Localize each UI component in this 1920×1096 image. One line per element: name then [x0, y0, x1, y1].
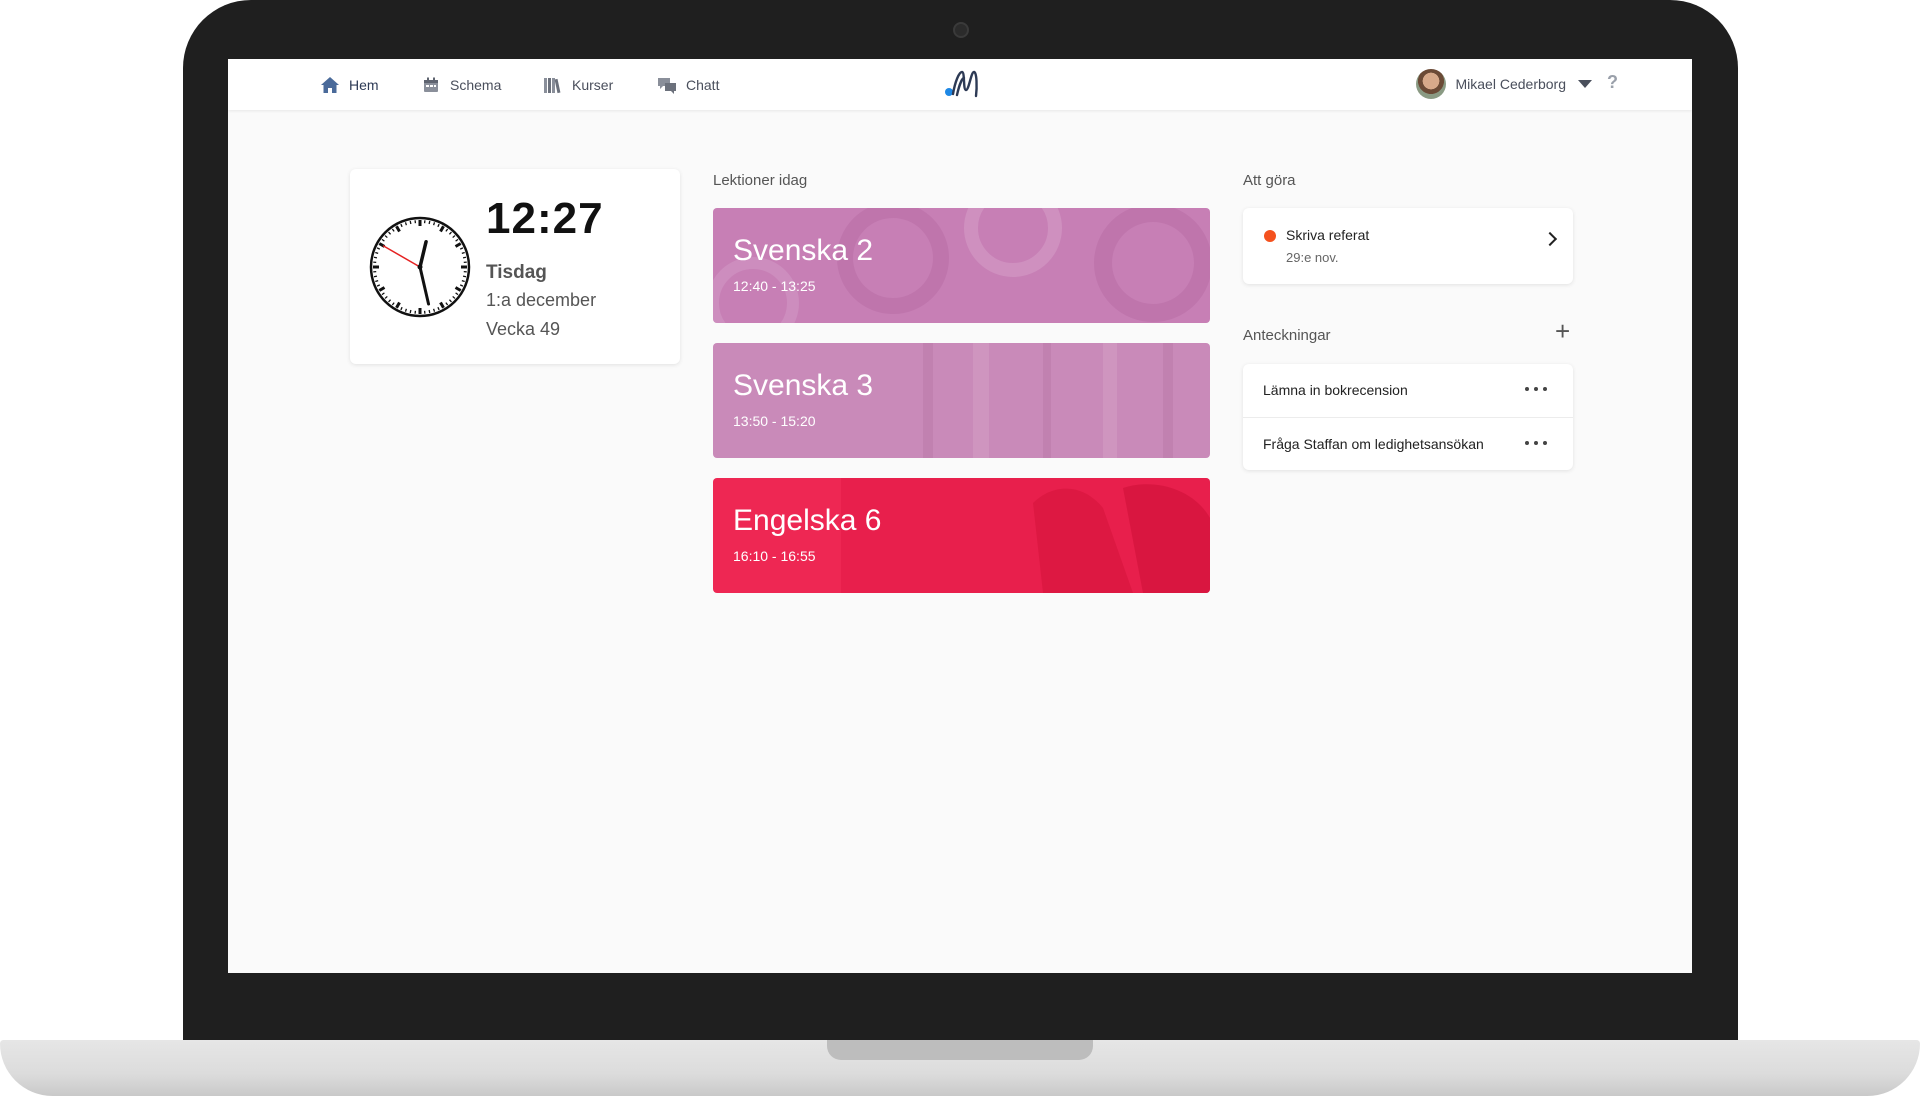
list-item[interactable]: Lämna in bokrecension	[1243, 364, 1573, 417]
nav-label: Chatt	[686, 77, 720, 93]
more-options-icon[interactable]	[1525, 441, 1547, 447]
note-text: Lämna in bokrecension	[1263, 382, 1408, 398]
clock-tick	[404, 308, 408, 312]
chat-icon	[657, 75, 677, 95]
lesson-card-engelska-6[interactable]: Engelska 6 16:10 - 16:55	[713, 478, 1210, 593]
clock-tick	[461, 251, 465, 255]
clock-tick	[462, 275, 467, 278]
todo-item[interactable]: Skriva referat 29:e nov.	[1243, 208, 1573, 284]
clock-time: 12:27	[486, 194, 604, 243]
clock-date: 1:a december	[486, 290, 597, 310]
laptop-notch	[827, 1040, 1093, 1060]
help-button[interactable]: ?	[1607, 72, 1618, 93]
clock-tick	[404, 222, 408, 226]
screen: Hem Schema Kurser Chatt Mikael Cederborg…	[228, 59, 1692, 973]
nav-label: Hem	[349, 77, 379, 93]
clock-tick	[373, 256, 378, 259]
clock-week: Vecka 49	[486, 319, 561, 339]
lessons-title: Lektioner idag	[713, 172, 808, 189]
top-nav: Hem Schema Kurser Chatt Mikael Cederborg…	[228, 59, 1692, 110]
clock-tick	[428, 220, 431, 225]
nav-item-kurser[interactable]: Kurser	[543, 74, 613, 96]
clock-tick	[432, 222, 436, 226]
user-name: Mikael Cederborg	[1455, 76, 1567, 92]
todo-title: Att göra	[1243, 172, 1296, 189]
analog-clock	[369, 216, 471, 318]
clock-card: 12:27 Tisdag 1:a december Vecka 49	[350, 169, 680, 364]
chevron-down-icon	[1578, 80, 1592, 88]
lesson-name: Svenska 2	[733, 234, 874, 267]
books-icon	[543, 75, 563, 95]
nav-label: Schema	[450, 77, 502, 93]
clock-tick	[375, 251, 379, 255]
lesson-time: 13:50 - 15:20	[733, 413, 816, 429]
clock-day: Tisdag	[486, 262, 547, 283]
clock-tick	[409, 220, 412, 225]
calendar-icon	[421, 75, 441, 95]
notes-list: Lämna in bokrecension Fråga Staffan om l…	[1243, 364, 1573, 470]
clock-tick	[428, 309, 431, 314]
lesson-time: 12:40 - 13:25	[733, 278, 816, 294]
lesson-name: Engelska 6	[733, 504, 882, 537]
lesson-card-svenska-3[interactable]: Svenska 3 13:50 - 15:20	[713, 343, 1210, 458]
nav-item-hem[interactable]: Hem	[320, 74, 379, 96]
nav-label: Kurser	[572, 77, 614, 93]
clock-tick	[409, 309, 412, 314]
more-options-icon[interactable]	[1525, 387, 1547, 393]
todo-item-date: 29:e nov.	[1286, 250, 1339, 265]
lesson-time: 16:10 - 16:55	[733, 548, 816, 564]
add-note-button[interactable]: +	[1555, 318, 1570, 344]
list-item[interactable]: Fråga Staffan om ledighetsansökan	[1243, 417, 1573, 470]
nav-item-chatt[interactable]: Chatt	[657, 74, 719, 96]
avatar	[1415, 69, 1446, 99]
user-menu[interactable]: Mikael Cederborg	[1415, 68, 1592, 100]
notes-title: Anteckningar	[1243, 327, 1331, 344]
clock-tick	[462, 256, 467, 259]
home-icon	[320, 75, 340, 95]
clock-tick	[432, 308, 436, 312]
todo-item-title: Skriva referat	[1286, 227, 1370, 243]
status-dot	[1264, 230, 1276, 242]
note-text: Fråga Staffan om ledighetsansökan	[1263, 436, 1484, 452]
lesson-name: Svenska 3	[733, 369, 874, 402]
clock-tick	[375, 279, 379, 283]
nav-item-schema[interactable]: Schema	[421, 74, 501, 96]
lesson-card-svenska-2[interactable]: Svenska 2 12:40 - 13:25	[713, 208, 1210, 323]
chevron-right-icon	[1542, 231, 1558, 247]
clock-tick	[373, 275, 378, 278]
app-logo[interactable]	[943, 68, 979, 100]
clock-tick	[461, 279, 465, 283]
camera	[953, 22, 969, 38]
